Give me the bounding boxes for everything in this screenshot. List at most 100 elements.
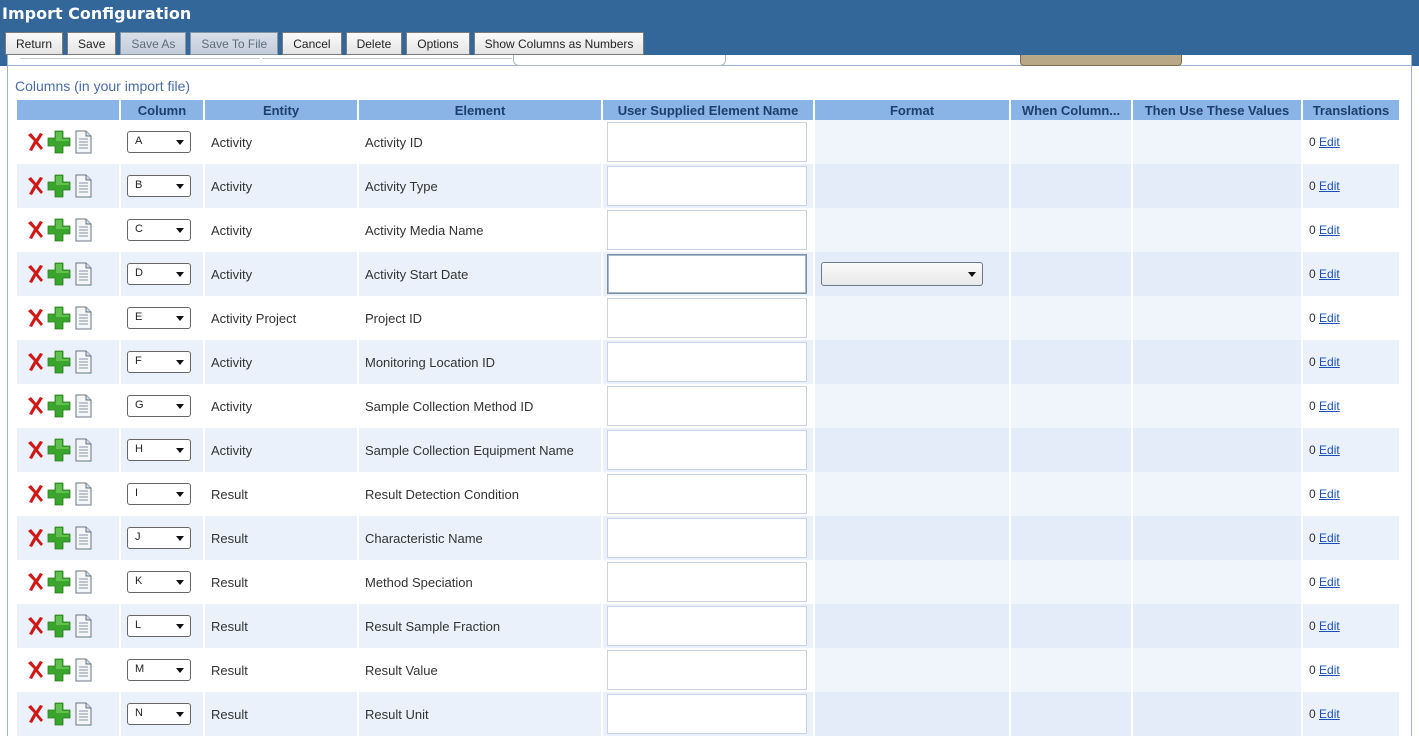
return-button[interactable]: Return xyxy=(5,32,64,55)
column-select[interactable]: H xyxy=(127,439,191,461)
format-select[interactable] xyxy=(821,262,983,286)
column-select[interactable]: M xyxy=(127,659,191,681)
edit-translations-link[interactable]: Edit xyxy=(1319,399,1340,413)
table-row: H Activity Sample Collection Equipment Nam… xyxy=(17,428,1401,472)
options-button[interactable]: Options xyxy=(406,32,470,55)
edit-translations-link[interactable]: Edit xyxy=(1319,443,1340,457)
add-icon[interactable] xyxy=(47,174,71,198)
add-icon[interactable] xyxy=(47,262,71,286)
delete-icon[interactable] xyxy=(25,350,45,374)
add-icon[interactable] xyxy=(47,394,71,418)
chevron-down-icon xyxy=(176,536,184,541)
chevron-down-icon xyxy=(176,624,184,629)
add-icon[interactable] xyxy=(47,702,71,726)
delete-icon[interactable] xyxy=(25,130,45,154)
column-select[interactable]: E xyxy=(127,307,191,329)
edit-translations-link[interactable]: Edit xyxy=(1319,355,1340,369)
edit-translations-link[interactable]: Edit xyxy=(1319,135,1340,149)
column-select[interactable]: F xyxy=(127,351,191,373)
add-icon[interactable] xyxy=(47,614,71,638)
column-select[interactable]: I xyxy=(127,483,191,505)
delete-icon[interactable] xyxy=(25,702,45,726)
edit-translations-link[interactable]: Edit xyxy=(1319,267,1340,281)
user-element-name-input[interactable] xyxy=(607,430,807,470)
delete-icon[interactable] xyxy=(25,570,45,594)
delete-icon[interactable] xyxy=(25,394,45,418)
document-icon[interactable] xyxy=(73,306,93,330)
delete-icon[interactable] xyxy=(25,614,45,638)
save-to-file-button[interactable]: Save To File xyxy=(190,32,279,55)
user-element-name-input[interactable] xyxy=(607,606,807,646)
user-element-name-input[interactable] xyxy=(607,474,807,514)
edit-translations-link[interactable]: Edit xyxy=(1319,663,1340,677)
edit-translations-link[interactable]: Edit xyxy=(1319,179,1340,193)
column-select[interactable]: D xyxy=(127,263,191,285)
then-values-cell xyxy=(1133,120,1303,164)
toolbar: Return Save Save As Save To File Cancel Delet… xyxy=(5,32,645,55)
add-icon[interactable] xyxy=(47,570,71,594)
delete-icon[interactable] xyxy=(25,218,45,242)
document-icon[interactable] xyxy=(73,614,93,638)
user-element-name-input[interactable] xyxy=(607,166,807,206)
user-element-name-input[interactable] xyxy=(607,386,807,426)
add-icon[interactable] xyxy=(47,438,71,462)
user-element-name-input[interactable] xyxy=(607,694,807,734)
cancel-button[interactable]: Cancel xyxy=(282,32,342,55)
save-as-button[interactable]: Save As xyxy=(120,32,187,55)
edit-translations-link[interactable]: Edit xyxy=(1319,311,1340,325)
document-icon[interactable] xyxy=(73,482,93,506)
add-icon[interactable] xyxy=(47,218,71,242)
column-select[interactable]: K xyxy=(127,571,191,593)
document-icon[interactable] xyxy=(73,130,93,154)
column-select[interactable]: J xyxy=(127,527,191,549)
user-element-name-input[interactable] xyxy=(607,650,807,690)
column-select[interactable]: A xyxy=(127,131,191,153)
delete-icon[interactable] xyxy=(25,174,45,198)
delete-icon[interactable] xyxy=(25,526,45,550)
show-columns-as-numbers-button[interactable]: Show Columns as Numbers xyxy=(473,32,645,55)
user-element-name-input[interactable] xyxy=(607,562,807,602)
user-element-name-input[interactable] xyxy=(607,254,807,294)
edit-translations-link[interactable]: Edit xyxy=(1319,487,1340,501)
delete-button[interactable]: Delete xyxy=(345,32,403,55)
row-actions xyxy=(17,384,121,428)
document-icon[interactable] xyxy=(73,702,93,726)
document-icon[interactable] xyxy=(73,658,93,682)
user-element-name-input[interactable] xyxy=(607,342,807,382)
document-icon[interactable] xyxy=(73,350,93,374)
document-icon[interactable] xyxy=(73,218,93,242)
delete-icon[interactable] xyxy=(25,262,45,286)
column-select-value: E xyxy=(135,311,143,323)
user-element-name-input[interactable] xyxy=(607,122,807,162)
edit-translations-link[interactable]: Edit xyxy=(1319,619,1340,633)
document-icon[interactable] xyxy=(73,174,93,198)
edit-translations-link[interactable]: Edit xyxy=(1319,223,1340,237)
add-icon[interactable] xyxy=(47,482,71,506)
user-element-name-input[interactable] xyxy=(607,210,807,250)
delete-icon[interactable] xyxy=(25,658,45,682)
column-select[interactable]: B xyxy=(127,175,191,197)
delete-icon[interactable] xyxy=(25,482,45,506)
column-select[interactable]: C xyxy=(127,219,191,241)
edit-translations-link[interactable]: Edit xyxy=(1319,707,1340,721)
delete-icon[interactable] xyxy=(25,306,45,330)
add-icon[interactable] xyxy=(47,526,71,550)
delete-icon[interactable] xyxy=(25,438,45,462)
document-icon[interactable] xyxy=(73,570,93,594)
document-icon[interactable] xyxy=(73,394,93,418)
document-icon[interactable] xyxy=(73,438,93,462)
add-icon[interactable] xyxy=(47,350,71,374)
user-element-name-input[interactable] xyxy=(607,298,807,338)
save-button[interactable]: Save xyxy=(67,32,117,55)
column-select[interactable]: G xyxy=(127,395,191,417)
user-element-name-input[interactable] xyxy=(607,518,807,558)
edit-translations-link[interactable]: Edit xyxy=(1319,575,1340,589)
document-icon[interactable] xyxy=(73,262,93,286)
add-icon[interactable] xyxy=(47,658,71,682)
document-icon[interactable] xyxy=(73,526,93,550)
column-select[interactable]: L xyxy=(127,615,191,637)
add-icon[interactable] xyxy=(47,306,71,330)
add-icon[interactable] xyxy=(47,130,71,154)
column-select[interactable]: N xyxy=(127,703,191,725)
edit-translations-link[interactable]: Edit xyxy=(1319,531,1340,545)
